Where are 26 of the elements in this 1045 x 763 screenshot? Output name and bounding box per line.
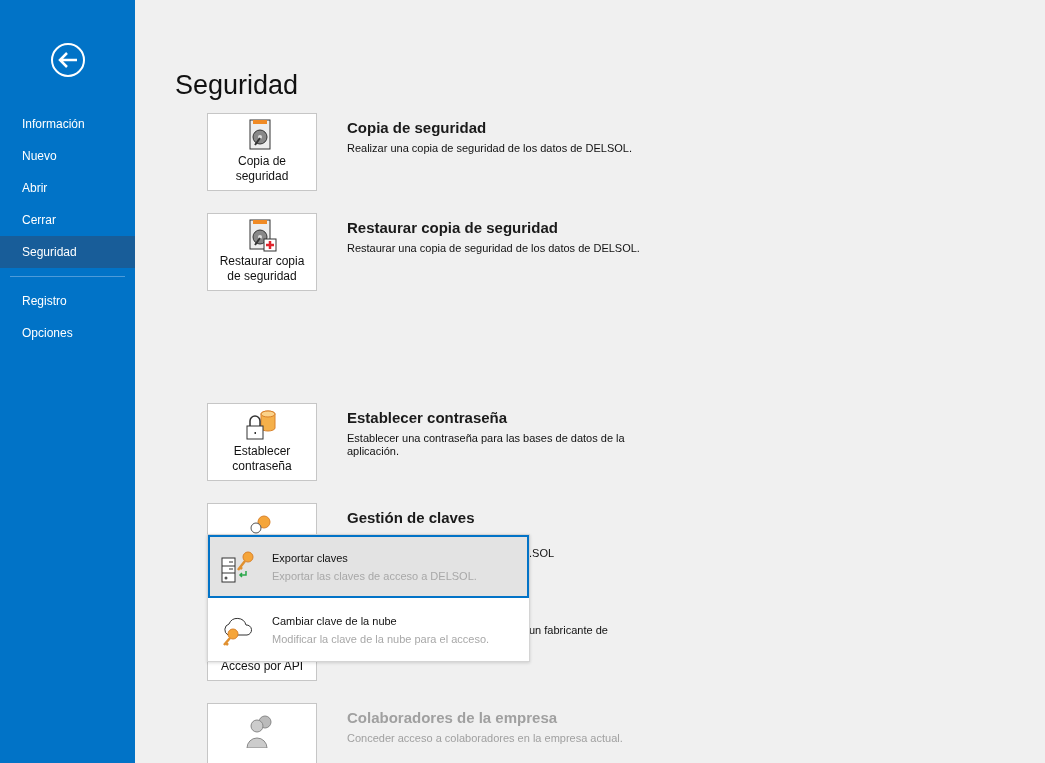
section-description: Establecer una contraseña para las bases de datos de la aplicación. [347,432,625,457]
sidebar-item[interactable]: Información [0,108,135,140]
section-title: Restaurar copia de seguridad [347,219,559,236]
sidebar-item[interactable]: Opciones [0,317,135,349]
sidebar-item[interactable]: Cerrar [0,204,135,236]
action-button[interactable]: Copia de seguridad [207,113,317,191]
menu-item[interactable]: Cambiar clave de la nube Modificar la clave de la nube para el acceso. [208,598,529,661]
menu-item-title: Exportar claves [272,551,349,564]
section-title: Gestión de claves [347,509,476,526]
sidebar-item[interactable]: Seguridad [0,236,135,268]
section-description: un fabricante de [529,624,608,636]
section-description: Conceder acceso a colaboradores en la empresa actual. [347,732,623,744]
section-description: Restaurar una copia de seguridad de los datos de DELSOL. [347,242,640,254]
section-title: Colaboradores de la empresa [347,709,559,726]
section-title: Establecer contraseña [347,409,509,426]
sidebar-item[interactable]: Registro [0,285,135,317]
menu-item-title: Cambiar clave de la nube [272,614,398,627]
sidebar-item[interactable]: Nuevo [0,140,135,172]
section-description: Realizar una copia de seguridad de los datos de DELSOL. [347,142,632,154]
action-button[interactable]: Establecer contraseña [207,403,317,481]
page-title: Seguridad [175,70,300,101]
section-title: Copia de seguridad [347,119,488,136]
section-description: .SOL [529,547,555,559]
menu-item-description: Modificar la clave de la nube para el acceso. [272,632,490,645]
action-button[interactable]: Restaurar copia de seguridad [207,213,317,291]
sidebar-item[interactable]: Abrir [0,172,135,204]
